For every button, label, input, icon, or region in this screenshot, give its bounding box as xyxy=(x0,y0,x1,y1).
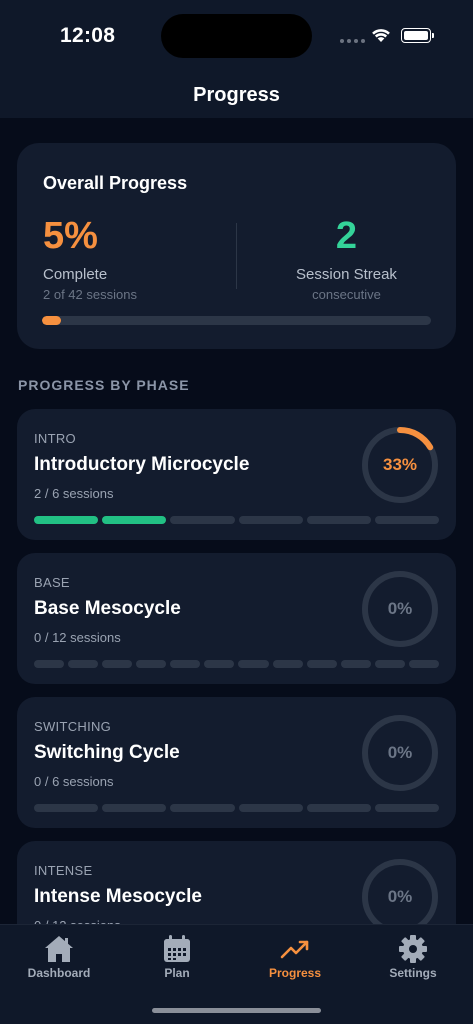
nav-header: Progress xyxy=(0,70,473,118)
overall-progress-fill xyxy=(42,316,62,325)
calendar-icon xyxy=(164,935,190,962)
session-segment xyxy=(68,660,99,668)
home-icon xyxy=(45,936,73,962)
streak-sub: consecutive xyxy=(312,287,381,302)
completion-percent: 5% xyxy=(43,215,98,257)
phase-tag: SWITCHING xyxy=(34,719,112,734)
phase-percent: 0% xyxy=(387,743,413,762)
tab-label: Settings xyxy=(389,966,437,980)
phase-card-base[interactable]: BASE Base Mesocycle 0 / 12 sessions 0% xyxy=(17,553,456,684)
session-segments xyxy=(34,660,439,668)
tab-settings[interactable]: Settings xyxy=(354,933,472,980)
session-segment xyxy=(374,516,440,524)
session-segment xyxy=(102,660,133,668)
phase-card-switching[interactable]: SWITCHING Switching Cycle 0 / 6 sessions… xyxy=(17,697,456,828)
home-indicator[interactable] xyxy=(152,1008,321,1013)
trending-up-icon xyxy=(280,940,309,959)
tab-label: Dashboard xyxy=(27,966,91,980)
session-segment xyxy=(170,516,235,524)
session-segments xyxy=(34,516,440,524)
session-segment xyxy=(238,804,303,812)
completion-sessions: 2 of 42 sessions xyxy=(43,287,137,302)
phase-percent: 0% xyxy=(387,599,413,618)
phase-name: Switching Cycle xyxy=(34,742,180,763)
phase-sessions: 0 / 12 sessions xyxy=(34,630,121,645)
phase-percent: 33% xyxy=(382,455,418,474)
tab-label: Progress xyxy=(268,966,322,980)
tab-progress[interactable]: Progress xyxy=(236,933,354,980)
status-time: 12:08 xyxy=(60,24,116,47)
session-segment xyxy=(238,660,269,668)
page-title: Progress xyxy=(193,84,280,106)
session-segment xyxy=(408,660,439,668)
session-segment xyxy=(204,660,235,668)
session-segment xyxy=(136,660,167,668)
cellular-signal-icon xyxy=(340,39,365,43)
session-segment xyxy=(170,804,235,812)
session-segment xyxy=(238,516,303,524)
phase-card-intro[interactable]: INTRO Introductory Microcycle 2 / 6 sess… xyxy=(17,409,456,540)
overall-progress-bar xyxy=(42,316,431,325)
session-segment xyxy=(374,660,405,668)
tab-dashboard[interactable]: Dashboard xyxy=(0,933,118,980)
session-segment xyxy=(170,660,201,668)
section-heading: PROGRESS BY PHASE xyxy=(18,377,190,393)
session-segments xyxy=(34,804,440,812)
session-segment xyxy=(340,660,371,668)
phase-tag: INTRO xyxy=(34,431,76,446)
completion-label: Complete xyxy=(43,266,108,283)
session-segment xyxy=(374,804,440,812)
phase-name: Base Mesocycle xyxy=(34,598,181,619)
phase-name: Introductory Microcycle xyxy=(34,454,250,475)
streak-value: 2 xyxy=(335,215,358,257)
phase-sessions: 0 / 6 sessions xyxy=(34,774,114,789)
wifi-icon xyxy=(372,29,390,42)
streak-label: Session Streak xyxy=(296,266,397,283)
phase-tag: BASE xyxy=(34,575,70,590)
battery-icon xyxy=(401,28,434,43)
session-segment xyxy=(306,660,337,668)
session-segment xyxy=(102,804,167,812)
session-segment xyxy=(34,804,99,812)
session-segment xyxy=(34,660,65,668)
session-segment xyxy=(306,804,371,812)
phase-name: Intense Mesocycle xyxy=(34,886,202,907)
session-segment xyxy=(272,660,303,668)
dynamic-island xyxy=(161,14,312,58)
session-segment xyxy=(306,516,371,524)
phase-sessions: 2 / 6 sessions xyxy=(34,486,114,501)
session-segment-done xyxy=(102,516,167,524)
tab-plan[interactable]: Plan xyxy=(118,933,236,980)
streak-stat: 2 Session Streak consecutive xyxy=(237,215,456,302)
completion-stat: 5% Complete 2 of 42 sessions xyxy=(43,215,137,302)
phase-tag: INTENSE xyxy=(34,863,93,878)
gear-icon xyxy=(399,935,427,963)
status-bar: 12:08 xyxy=(0,0,473,70)
session-segment-done xyxy=(34,516,99,524)
tab-label: Plan xyxy=(164,966,190,980)
overall-progress-title: Overall Progress xyxy=(43,173,188,193)
overall-progress-card: Overall Progress 5% Complete 2 of 42 ses… xyxy=(17,143,456,349)
